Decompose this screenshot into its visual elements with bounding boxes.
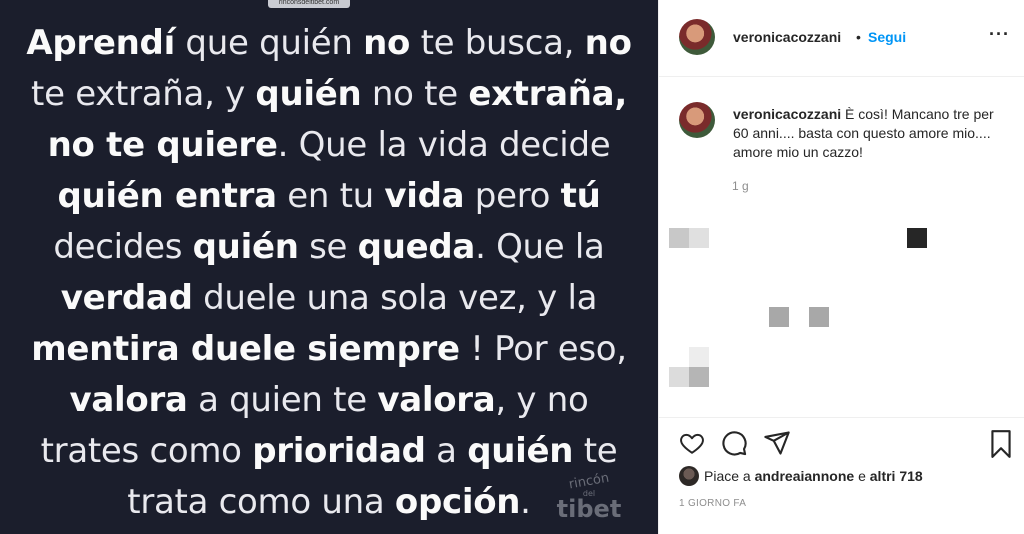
quote-bold-segment: vida xyxy=(384,176,465,216)
quote-bold-segment: valora xyxy=(377,380,496,420)
quote-bold-segment: mentira duele siempre xyxy=(31,329,460,369)
quote-segment: te extraña, y xyxy=(31,74,256,114)
quote-segment: . Que la vida decide xyxy=(277,125,611,165)
quote-bold-segment: verdad xyxy=(60,278,193,318)
liker-username[interactable]: andreaiannone xyxy=(755,468,855,484)
watermark-line3: tibet xyxy=(556,495,622,523)
heart-icon[interactable] xyxy=(678,430,706,456)
post-sidebar: veronicacozzani • Segui ··· veronicacozz… xyxy=(658,0,1024,534)
pixelated-block xyxy=(809,307,829,327)
quote-segment: ! Por eso, xyxy=(459,329,627,369)
quote-line: Aprendí que quién no te busca, no xyxy=(0,18,658,69)
quote-segment: te xyxy=(573,431,618,471)
caption-time[interactable]: 1 g xyxy=(732,179,749,193)
quote-bold-segment: no xyxy=(363,23,411,63)
quote-bold-segment: queda xyxy=(357,227,476,267)
quote-bold-segment: opción xyxy=(394,482,521,522)
quote-line: mentira duele siempre ! Por eso, xyxy=(0,324,658,375)
quote-bold-segment: extraña, xyxy=(468,74,627,114)
author-avatar[interactable] xyxy=(679,19,715,55)
quote-segment: en tu xyxy=(276,176,385,216)
bookmark-icon[interactable] xyxy=(988,429,1014,459)
quote-bold-segment: tú xyxy=(560,176,601,216)
quote-segment: . xyxy=(520,482,531,522)
pixelated-block xyxy=(907,228,927,248)
pixelated-block xyxy=(669,367,689,387)
pixelated-block xyxy=(669,228,689,248)
quote-bold-segment: quién entra xyxy=(57,176,277,216)
quote-bold-segment: no te quiere xyxy=(47,125,278,165)
quote-bold-segment: quién xyxy=(467,431,574,471)
watermark-bottom: rincón del tibet xyxy=(549,470,629,530)
caption-avatar[interactable] xyxy=(679,102,715,138)
author-username[interactable]: veronicacozzani xyxy=(733,29,841,45)
quote-bold-segment: quién xyxy=(255,74,362,114)
quote-segment: a xyxy=(425,431,468,471)
quote-segment: te busca, xyxy=(410,23,585,63)
quote-segment: que quién xyxy=(174,23,364,63)
quote-segment: trates como xyxy=(40,431,253,471)
quote-segment: se xyxy=(298,227,358,267)
quote-segment: pero xyxy=(464,176,561,216)
quote-segment: . Que la xyxy=(475,227,605,267)
quote-segment: , y no xyxy=(495,380,589,420)
post-date[interactable]: 1 GIORNO FA xyxy=(679,498,746,509)
quote-text: Aprendí que quién no te busca, no te extr… xyxy=(0,18,658,528)
quote-line: valora a quien te valora, y no xyxy=(0,375,658,426)
watermark-top: rinconsdeltibet.com xyxy=(268,0,350,8)
quote-bold-segment: no xyxy=(584,23,632,63)
separator-dot: • xyxy=(856,29,861,45)
comment-icon[interactable] xyxy=(720,429,748,457)
share-icon[interactable] xyxy=(763,429,791,457)
quote-segment: trata como una xyxy=(127,482,395,522)
pixelated-block xyxy=(689,347,709,367)
likes-prefix: Piace a xyxy=(704,468,755,484)
quote-segment: decides xyxy=(53,227,193,267)
likes-others[interactable]: altri 718 xyxy=(870,468,923,484)
quote-segment: duele una sola vez, y la xyxy=(192,278,598,318)
follow-button[interactable]: Segui xyxy=(868,29,906,45)
post-image[interactable]: rinconsdeltibet.com Aprendí que quién no… xyxy=(0,0,658,534)
quote-segment: a quien te xyxy=(187,380,378,420)
likes-middle: e xyxy=(854,468,870,484)
post-header: veronicacozzani • Segui ··· xyxy=(659,0,1024,77)
quote-line: verdad duele una sola vez, y la xyxy=(0,273,658,324)
caption-text: veronicacozzani È così! Mancano tre per … xyxy=(733,105,1003,162)
quote-line: no te quiere. Que la vida decide xyxy=(0,120,658,171)
quote-bold-segment: valora xyxy=(69,380,188,420)
quote-line: decides quién se queda. Que la xyxy=(0,222,658,273)
quote-line: te extraña, y quién no te extraña, xyxy=(0,69,658,120)
pixelated-block xyxy=(689,228,709,248)
quote-bold-segment: prioridad xyxy=(252,431,426,471)
liker-avatar[interactable] xyxy=(679,466,699,486)
pixelated-block xyxy=(769,307,789,327)
quote-bold-segment: quién xyxy=(192,227,299,267)
quote-bold-segment: Aprendí xyxy=(26,23,175,63)
quote-line: quién entra en tu vida pero tú xyxy=(0,171,658,222)
quote-segment: no te xyxy=(361,74,469,114)
pixelated-block xyxy=(689,367,709,387)
caption-username[interactable]: veronicacozzani xyxy=(733,106,841,122)
likes-summary: Piace a andreaiannone e altri 718 xyxy=(704,468,923,484)
more-options-icon[interactable]: ··· xyxy=(989,24,1010,45)
